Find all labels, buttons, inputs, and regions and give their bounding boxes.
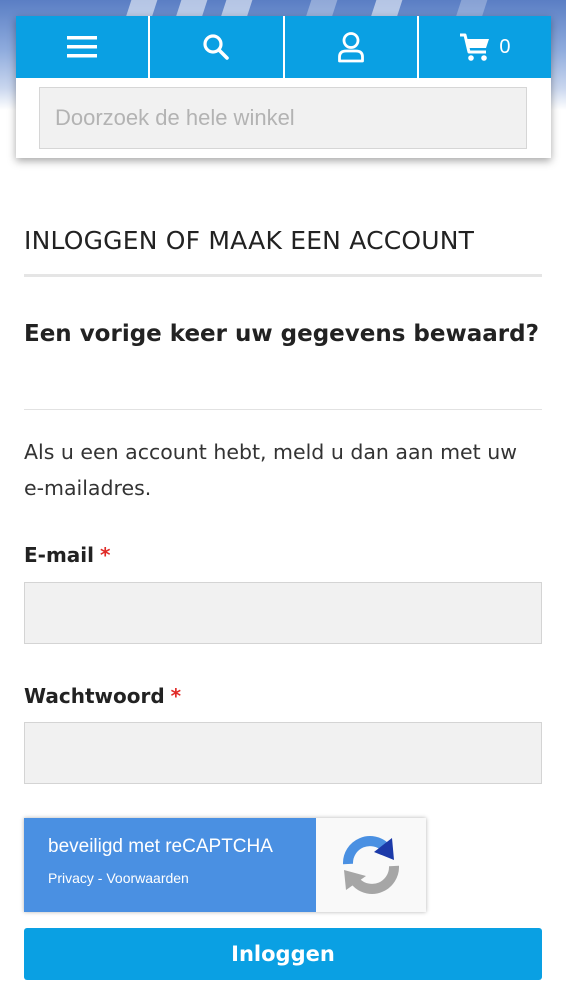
recaptcha-badge[interactable]: beveiligd met reCAPTCHA Privacy - Voorwa… — [24, 818, 426, 912]
cart-count: 0 — [499, 35, 511, 58]
email-field[interactable] — [24, 582, 542, 644]
menu-button[interactable] — [16, 16, 151, 78]
password-field[interactable] — [24, 722, 542, 784]
required-marker: * — [170, 684, 182, 708]
page-title: INLOGGEN OF MAAK EEN ACCOUNT — [24, 226, 475, 255]
email-label: E-mail * — [24, 543, 110, 567]
recaptcha-links[interactable]: Privacy - Voorwaarden — [48, 870, 316, 886]
header: 0 — [16, 16, 551, 158]
cart-button[interactable]: 0 — [419, 16, 551, 78]
search-bar — [16, 78, 551, 149]
section-heading: Een vorige keer uw gegevens bewaard? — [24, 321, 539, 347]
required-marker: * — [100, 543, 111, 567]
recaptcha-text-panel: beveiligd met reCAPTCHA Privacy - Voorwa… — [24, 818, 316, 912]
search-icon — [203, 34, 230, 60]
login-button[interactable]: Inloggen — [24, 928, 542, 980]
shopping-cart-icon — [460, 33, 490, 61]
title-divider — [24, 274, 542, 277]
search-input[interactable] — [39, 87, 527, 149]
section-divider — [24, 409, 542, 410]
intro-text: Als u een account hebt, meld u dan aan m… — [24, 440, 517, 500]
password-label-text: Wachtwoord — [24, 684, 165, 708]
recaptcha-icon — [343, 836, 399, 894]
hamburger-menu-icon — [67, 36, 98, 58]
email-label-text: E-mail — [24, 543, 95, 567]
password-label: Wachtwoord * — [24, 684, 181, 708]
recaptcha-logo — [316, 818, 426, 912]
nav-bar: 0 — [16, 16, 551, 78]
user-icon — [337, 32, 364, 63]
search-button[interactable] — [150, 16, 285, 78]
recaptcha-title: beveiligd met reCAPTCHA — [48, 836, 273, 857]
account-button[interactable] — [285, 16, 419, 78]
